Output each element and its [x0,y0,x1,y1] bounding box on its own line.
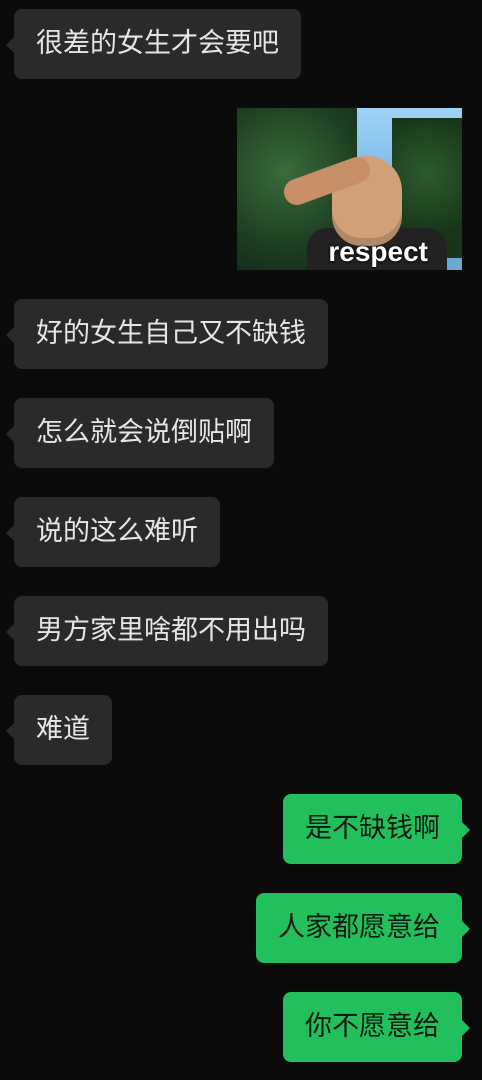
message-bubble-incoming[interactable]: 好的女生自己又不缺钱 [6,299,328,369]
message-bubble-outgoing[interactable]: 是不缺钱啊 [283,794,470,864]
message-text: 你不愿意给 [305,1011,440,1042]
message-bubble-incoming[interactable]: 很差的女生才会要吧 [6,9,301,79]
message-bubble-incoming[interactable]: 说的这么难听 [6,497,220,567]
message-bubble-incoming[interactable]: 男方家里啥都不用出吗 [6,596,328,666]
message-text: 好的女生自己又不缺钱 [36,318,306,349]
message-text: 说的这么难听 [36,516,198,547]
message-text: 人家都愿意给 [278,912,440,943]
sticker-caption: respect [328,236,428,267]
message-text: 很差的女生才会要吧 [36,28,279,59]
message-bubble-outgoing[interactable]: 你不愿意给 [283,992,470,1062]
message-bubble-incoming[interactable]: 难道 [6,695,112,765]
message-bubble-incoming[interactable]: 怎么就会说倒贴啊 [6,398,274,468]
message-text: 难道 [36,714,90,745]
message-text: 是不缺钱啊 [305,813,440,844]
sticker-image[interactable]: respect [237,108,462,270]
message-bubble-outgoing[interactable]: 人家都愿意给 [256,893,470,963]
message-text: 男方家里啥都不用出吗 [36,615,306,646]
message-text: 怎么就会说倒贴啊 [36,417,252,448]
